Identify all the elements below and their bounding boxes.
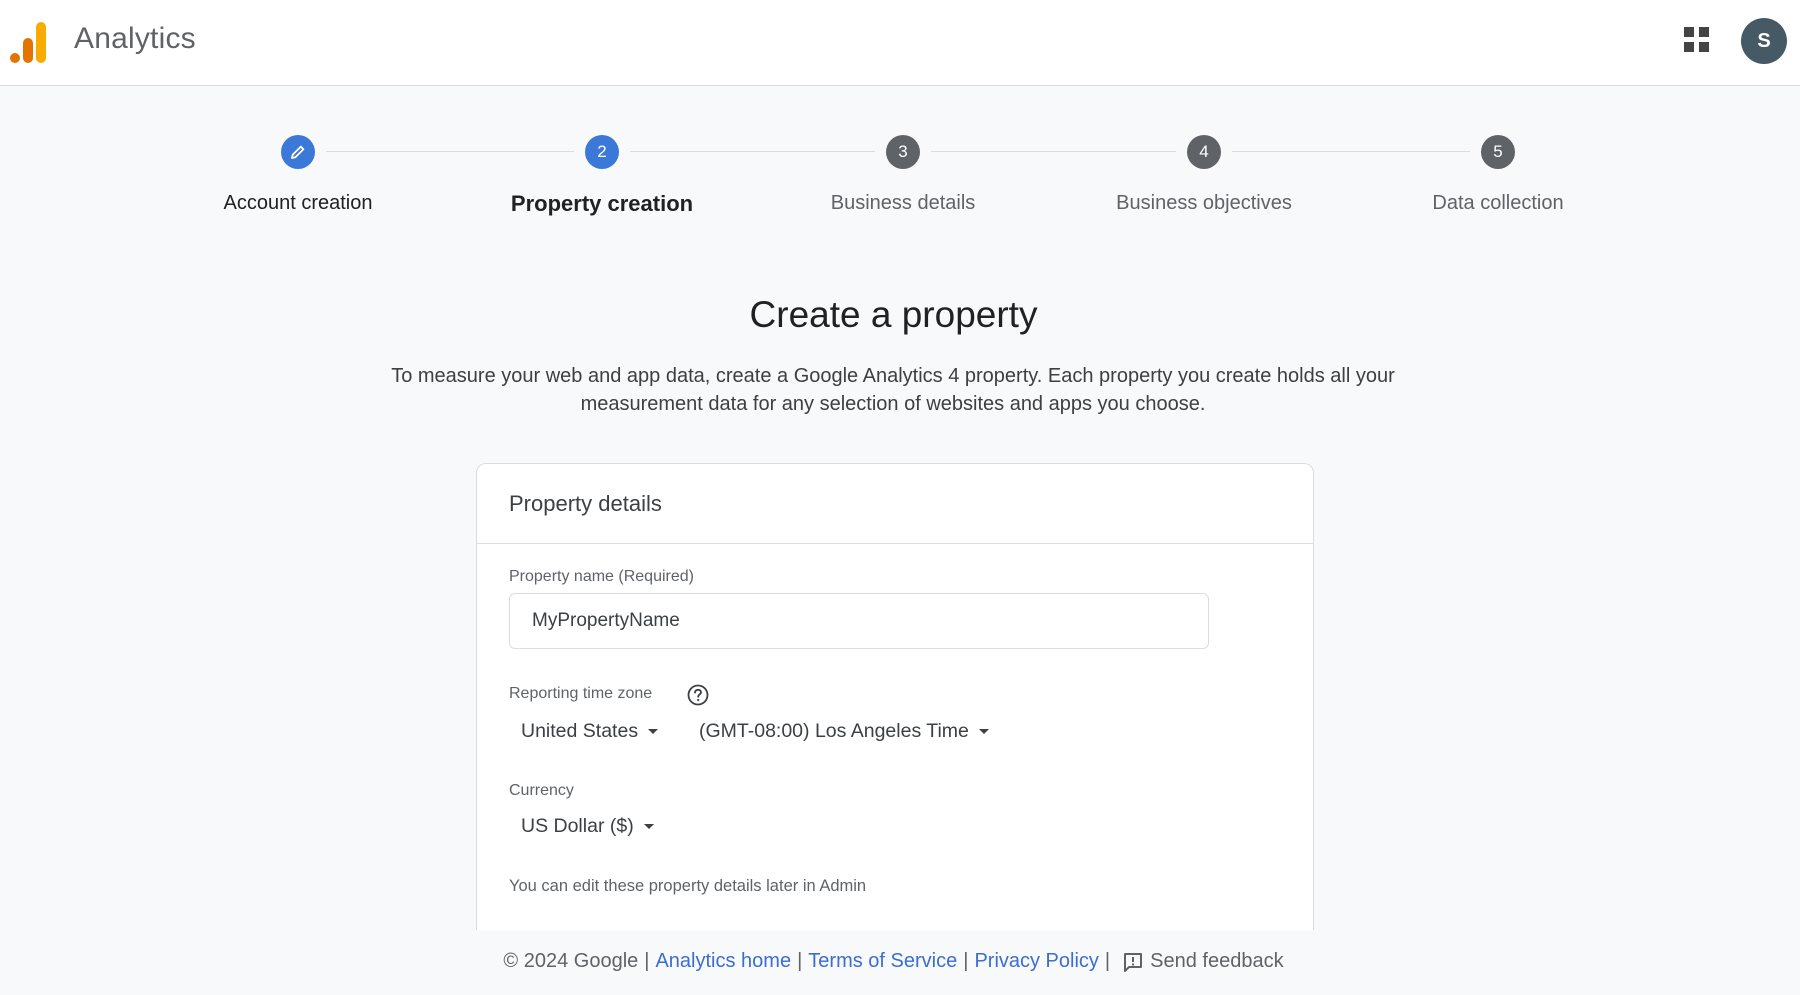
caret-down-icon: [643, 824, 654, 829]
country-dropdown[interactable]: United States: [521, 720, 659, 743]
currency-label: Currency: [509, 782, 574, 799]
time-zone-dropdown[interactable]: (GMT-08:00) Los Angeles Time: [699, 720, 989, 743]
pencil-icon: [291, 145, 305, 159]
time-zone-label: Reporting time zone: [509, 685, 653, 702]
step-2-indicator[interactable]: 2: [585, 135, 619, 169]
footer-separator: |: [797, 950, 803, 972]
step-4-indicator: 4: [1187, 135, 1221, 169]
step-4-label: Business objectives: [1116, 192, 1292, 214]
step-3-label: Business details: [830, 192, 976, 214]
footer: © 2024 Google | Analytics home | Terms o…: [0, 950, 1787, 973]
footer-separator: |: [1104, 950, 1111, 972]
step-connector: [630, 151, 875, 152]
property-name-input[interactable]: [509, 593, 1209, 649]
help-circle-icon[interactable]: [687, 684, 709, 706]
card-header: Property details: [477, 464, 1313, 544]
page-title: Create a property: [749, 294, 1038, 335]
time-zone-value: (GMT-08:00) Los Angeles Time: [699, 720, 969, 742]
page-description: To measure your web and app data, create…: [391, 365, 1395, 415]
footer-separator: |: [644, 950, 650, 972]
step-5-indicator: 5: [1481, 135, 1515, 169]
caret-down-icon: [978, 729, 989, 734]
currency-dropdown[interactable]: US Dollar ($): [521, 815, 654, 838]
card-title: Property details: [509, 491, 662, 516]
send-feedback-button[interactable]: Send feedback: [1122, 950, 1284, 973]
property-name-label: Property name (Required): [509, 568, 694, 585]
send-feedback-label: Send feedback: [1150, 950, 1284, 972]
feedback-icon: [1124, 952, 1143, 972]
currency-value: US Dollar ($): [521, 815, 634, 837]
step-connector: [326, 151, 574, 152]
privacy-policy-link[interactable]: Privacy Policy: [974, 950, 1098, 973]
admin-edit-note: You can edit these property details late…: [509, 877, 867, 895]
copyright: © 2024 Google: [503, 950, 639, 972]
terms-of-service-link[interactable]: Terms of Service: [808, 950, 957, 973]
step-connector: [1232, 151, 1470, 152]
step-1-indicator[interactable]: [281, 135, 315, 169]
step-connector: [931, 151, 1176, 152]
caret-down-icon: [648, 729, 659, 734]
country-value: United States: [521, 720, 639, 742]
step-2-label: Property creation: [510, 191, 694, 216]
property-details-card: Property details Property name (Required…: [476, 463, 1314, 930]
analytics-home-link[interactable]: Analytics home: [655, 950, 791, 973]
step-1-label[interactable]: Account creation: [148, 192, 448, 215]
step-5-label: Data collection: [1432, 192, 1564, 214]
step-3-indicator: 3: [886, 135, 920, 169]
footer-separator: |: [963, 950, 969, 972]
setup-stepper: 2 3 4 5 Account creation Property creati…: [0, 0, 1800, 240]
